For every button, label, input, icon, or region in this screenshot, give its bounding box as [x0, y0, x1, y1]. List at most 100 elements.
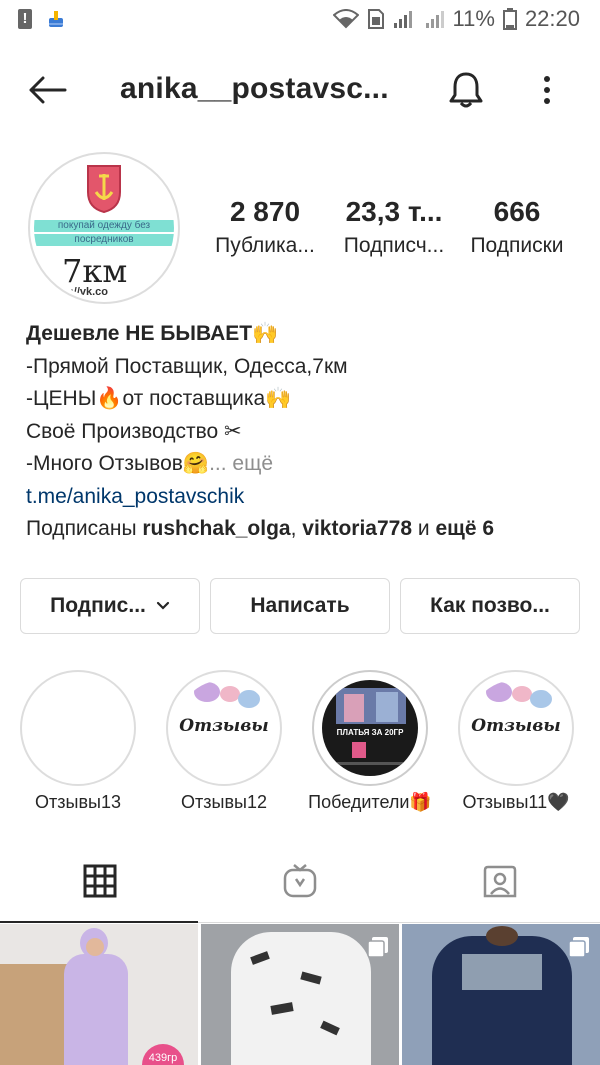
post-thumbnail[interactable]: 439гр — [0, 924, 198, 1065]
highlight-item[interactable]: Отзывы Отзывы11🖤 — [458, 670, 574, 812]
flower-decoration — [486, 682, 512, 702]
bio-line-1: Дешевле НЕ БЫВАЕТ🙌 — [26, 322, 279, 345]
highlight-item[interactable]: ПЛАТЬЯ ЗА 20ГР Победители🎁 — [308, 670, 432, 812]
multiple-photos-icon — [367, 937, 388, 958]
photo-region — [376, 692, 398, 722]
tab-grid[interactable] — [0, 840, 200, 922]
signal-icon — [393, 11, 412, 28]
post-grid: 439гр — [0, 924, 600, 1065]
photo-region — [64, 954, 128, 1065]
photo-region — [330, 762, 410, 765]
highlight-cover — [20, 670, 136, 786]
followed-by-separator: , — [290, 517, 303, 540]
stat-followers-value: 23,3 т... — [345, 196, 443, 227]
notifications-button[interactable] — [444, 68, 488, 112]
shield-logo-icon — [87, 165, 121, 214]
bell-icon — [449, 72, 483, 108]
stat-posts-label: Публика... — [215, 234, 315, 257]
contact-button[interactable]: Как позво... — [400, 578, 580, 634]
following-button-label: Подпис... — [50, 594, 146, 617]
back-button[interactable] — [22, 70, 72, 110]
tab-tagged[interactable] — [400, 840, 600, 922]
bio-more-link[interactable]: ... ещё — [209, 452, 273, 475]
flower-decoration — [220, 686, 240, 702]
price-badge: 439гр — [142, 1044, 184, 1065]
clock: 22:20 — [524, 6, 580, 31]
profile-username: anika__postavsc... — [120, 72, 389, 105]
post-thumbnail[interactable] — [402, 924, 600, 1065]
photo-region — [486, 926, 518, 946]
avatar-caption-3: 7км — [62, 252, 128, 290]
photo-region — [352, 742, 366, 758]
highlight-label: Отзывы12 — [181, 792, 267, 812]
stat-posts[interactable]: 2 870 Публика... — [210, 196, 320, 258]
active-tab-indicator — [0, 921, 198, 923]
profile-stats: 2 870 Публика... 23,3 т... Подписч... 66… — [200, 196, 580, 276]
sim-icon — [367, 9, 384, 29]
highlight-cover-text: Отзывы — [471, 716, 561, 736]
highlight-cover: Отзывы — [166, 670, 282, 786]
message-button[interactable]: Написать — [210, 578, 390, 634]
followed-by-user-2: viktoria778 — [302, 517, 413, 540]
stat-posts-value: 2 870 — [229, 196, 301, 227]
highlight-cover: ПЛАТЬЯ ЗА 20ГР — [312, 670, 428, 786]
profile-avatar[interactable]: покупай одежду без посредников 7км s://v… — [28, 152, 180, 304]
more-options-button[interactable] — [530, 68, 564, 112]
igtv-icon — [283, 864, 317, 898]
profile-header: anika__postavsc... — [0, 60, 600, 120]
profile-tabs — [0, 840, 600, 923]
avatar-image: покупай одежду без посредников 7км s://v… — [34, 158, 174, 298]
chevron-down-icon — [156, 601, 169, 610]
bio-website-link[interactable]: t.me/anika_postavschik — [26, 481, 586, 514]
stat-followers-label: Подписч... — [343, 234, 445, 257]
battery-percent: 11% — [452, 6, 495, 31]
avatar-caption-2: посредников — [34, 234, 174, 246]
photo-region — [231, 932, 371, 1065]
wifi-icon — [332, 9, 359, 29]
followed-by-prefix: Подписаны — [26, 517, 143, 540]
highlight-item[interactable]: Отзывы Отзывы12 — [166, 670, 282, 812]
post-thumbnail[interactable] — [201, 924, 399, 1065]
contact-button-label: Как позво... — [430, 594, 550, 617]
followed-by-more: ещё 6 — [435, 517, 495, 540]
following-button[interactable]: Подпис... — [20, 578, 200, 634]
arrow-left-icon — [29, 76, 67, 104]
highlight-cover-image: ПЛАТЬЯ ЗА 20ГР — [322, 680, 418, 776]
followed-by[interactable]: Подписаны rushchak_olga, viktoria778 и е… — [26, 513, 586, 546]
highlight-label: Победители🎁 — [308, 792, 432, 812]
stat-following-value: 666 — [493, 196, 541, 227]
highlight-item[interactable]: Отзывы13 — [20, 670, 136, 812]
stat-followers[interactable]: 23,3 т... Подписч... — [334, 196, 454, 258]
highlight-label: Отзывы11🖤 — [462, 792, 570, 812]
status-bar: ! 11% 22:20 — [0, 0, 600, 40]
flower-decoration — [194, 682, 220, 702]
multiple-photos-icon — [568, 937, 589, 958]
tagged-user-icon — [483, 865, 517, 898]
highlight-cover-image: Отзывы — [176, 680, 272, 776]
battery-icon — [502, 8, 517, 30]
stat-following[interactable]: 666 Подписки — [462, 196, 572, 258]
profile-bio: Дешевле НЕ БЫВАЕТ🙌 -Прямой Поставщик, Од… — [26, 318, 586, 546]
avatar-caption-1: покупай одежду без — [34, 220, 174, 232]
highlight-cover-text: ПЛАТЬЯ ЗА 20ГР — [336, 728, 404, 737]
followed-by-and: и — [412, 517, 436, 540]
bio-line-4: Своё Производство ✂ — [26, 419, 242, 443]
photo-region — [344, 694, 364, 722]
highlight-label: Отзывы13 — [35, 792, 121, 812]
bio-line-2: -Прямой Поставщик, Одесса,7км — [26, 354, 348, 378]
photo-region — [86, 938, 104, 956]
signal-icon-2 — [425, 11, 444, 28]
highlight-cover: Отзывы — [458, 670, 574, 786]
flower-decoration — [530, 690, 552, 708]
flower-decoration — [238, 690, 260, 708]
highlight-cover-image — [30, 680, 126, 776]
highlight-cover-image: Отзывы — [468, 680, 564, 776]
tab-igtv[interactable] — [200, 840, 400, 922]
bio-line-3: -ЦЕНЫ🔥от поставщика🙌 — [26, 387, 292, 410]
photo-region — [462, 954, 542, 990]
avatar-caption-4: s://vk.co — [64, 286, 109, 298]
cleaner-app-icon — [49, 11, 63, 27]
grid-icon — [83, 864, 117, 898]
message-button-label: Написать — [250, 594, 350, 617]
bio-line-5-text: -Много Отзывов🤗 — [26, 452, 210, 475]
